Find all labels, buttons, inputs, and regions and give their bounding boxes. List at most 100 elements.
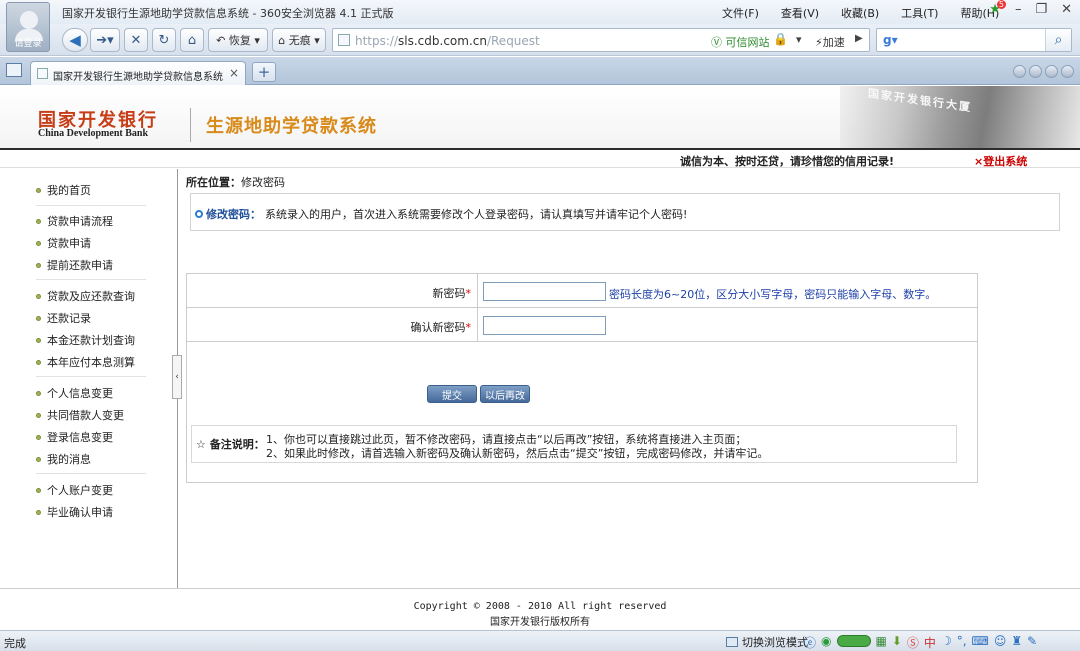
private-label: 无痕 bbox=[288, 34, 311, 47]
close-window-icon[interactable]: ✕ bbox=[1061, 2, 1072, 17]
grid-icon[interactable]: ▦ bbox=[876, 634, 887, 651]
private-mode-button[interactable]: ⌂ 无痕 ▾ bbox=[272, 28, 326, 52]
bullet-icon bbox=[36, 487, 41, 493]
confirm-password-label-text: 确认新密码 bbox=[410, 321, 466, 334]
trusted-site-badge[interactable]: Ⓥ 可信网站 bbox=[711, 34, 770, 50]
nav-label: 贷款申请 bbox=[47, 237, 91, 250]
nav-label: 贷款及应还款查询 bbox=[47, 290, 135, 303]
url-text[interactable]: https://sls.cdb.com.cn/Request bbox=[355, 34, 540, 48]
compat-icon[interactable]: ◉ bbox=[821, 634, 831, 651]
nav-graduation-confirm[interactable]: 毕业确认申请 bbox=[36, 504, 113, 520]
minimize-icon[interactable]: – bbox=[1015, 2, 1022, 17]
maximize-icon[interactable]: ❐ bbox=[1035, 2, 1047, 17]
footer-owner: 国家开发银行版权所有 bbox=[490, 617, 590, 628]
submit-button[interactable]: 提交 bbox=[427, 385, 477, 403]
input-method-icon[interactable]: 中 bbox=[924, 634, 936, 651]
form-row-confirm-password: 确认新密码* bbox=[187, 308, 977, 342]
stop-button[interactable]: ✕ bbox=[124, 28, 148, 52]
nav-interest-calc[interactable]: 本年应付本息测算 bbox=[36, 354, 135, 370]
mode-toggle[interactable] bbox=[836, 635, 871, 647]
bullet-icon bbox=[36, 509, 41, 515]
forward-button[interactable]: ➔▾ bbox=[90, 28, 120, 52]
home-icon: ⌂ bbox=[187, 32, 197, 48]
address-bar[interactable]: https://sls.cdb.com.cn/Request Ⓥ 可信网站 🔒 … bbox=[332, 28, 870, 52]
user-icon[interactable]: ☺ bbox=[994, 634, 1007, 651]
menu-view[interactable]: 查看(V) bbox=[781, 5, 819, 21]
accelerate-button[interactable]: ⚡加速 bbox=[815, 34, 845, 50]
nav-home[interactable]: 我的首页 bbox=[36, 182, 91, 198]
trusted-site-label: 可信网站 bbox=[725, 36, 770, 49]
sidebar-collapse-handle[interactable]: ‹ bbox=[172, 355, 182, 399]
nav-login-info[interactable]: 登录信息变更 bbox=[36, 429, 113, 445]
radio-circle-icon bbox=[195, 210, 203, 218]
url-dropdown-icon[interactable]: ▾ bbox=[796, 33, 802, 46]
search-icon[interactable]: ⌕ bbox=[1045, 29, 1071, 51]
refresh-button[interactable]: ↻ bbox=[152, 28, 176, 52]
tab-scroll-right-icon[interactable] bbox=[1029, 65, 1042, 78]
new-tab-button[interactable]: + bbox=[252, 62, 276, 82]
home-button[interactable]: ⌂ bbox=[180, 28, 204, 52]
back-button[interactable]: ◀ bbox=[62, 28, 88, 52]
bullet-icon bbox=[36, 434, 41, 440]
tab-scroll-left-icon[interactable] bbox=[1013, 65, 1026, 78]
notification-icon[interactable]: ★ 5 bbox=[989, 0, 1006, 17]
credit-slogan: 诚信为本、按时还贷，请珍惜您的信用记录! bbox=[680, 155, 895, 168]
restore-button[interactable]: ↶ 恢复 ▾ bbox=[208, 28, 268, 52]
nav-messages[interactable]: 我的消息 bbox=[36, 451, 91, 467]
footer-copyright: Copyright © 2008 - 2010 All right reserv… bbox=[413, 601, 667, 612]
nav-loan-query[interactable]: 贷款及应还款查询 bbox=[36, 288, 135, 304]
lock-icon[interactable]: 🔒 bbox=[773, 32, 788, 46]
nav-loan-apply[interactable]: 贷款申请 bbox=[36, 235, 91, 251]
remark-line-2: 2、如果此时修改，请首选输入新密码及确认新密码，然后点击“提交”按钮，完成密码修… bbox=[266, 447, 769, 460]
menu-file[interactable]: 文件(F) bbox=[722, 5, 759, 21]
forward-arrow-icon: ➔▾ bbox=[96, 32, 114, 48]
browse-mode-label: 切换浏览模式 bbox=[742, 636, 808, 649]
bullet-icon bbox=[36, 293, 41, 299]
tab-active[interactable]: 国家开发银行生源地助学贷款信息系统 × bbox=[30, 61, 246, 85]
notice-title: 修改密码： bbox=[195, 206, 261, 222]
nav-account-change[interactable]: 个人账户变更 bbox=[36, 482, 113, 498]
go-icon[interactable]: ▶ bbox=[855, 33, 863, 44]
logout-link[interactable]: ×登出系统 bbox=[974, 153, 1027, 169]
menu-favorites[interactable]: 收藏(B) bbox=[841, 5, 879, 21]
building-sign: 国家开发银行大厦 bbox=[868, 86, 972, 115]
nav-loan-process[interactable]: 贷款申请流程 bbox=[36, 213, 113, 229]
building-photo: 国家开发银行大厦 bbox=[840, 86, 1080, 148]
security-s-icon[interactable]: Ⓢ bbox=[907, 634, 919, 651]
search-engine-icon[interactable]: g▾ bbox=[883, 33, 898, 47]
sidebar-toggle-icon[interactable] bbox=[6, 63, 22, 77]
shirt-icon[interactable]: ♜ bbox=[1011, 634, 1022, 651]
nav-divider bbox=[36, 205, 146, 206]
moon-icon[interactable]: ☽ bbox=[941, 634, 952, 651]
tab-menu-icon[interactable] bbox=[1061, 65, 1074, 78]
nav-personal-info[interactable]: 个人信息变更 bbox=[36, 385, 113, 401]
change-later-button[interactable]: 以后再改 bbox=[480, 385, 530, 403]
browser-title-bar: 国家开发银行生源地助学贷款信息系统 - 360安全浏览器 4.1 正式版 文件(… bbox=[0, 0, 1080, 24]
nav-label: 还款记录 bbox=[47, 312, 91, 325]
wrench-icon[interactable]: ✎ bbox=[1027, 634, 1037, 651]
download-icon[interactable]: ⬇ bbox=[892, 634, 902, 651]
user-avatar[interactable]: 请登录 bbox=[6, 2, 50, 52]
bullet-icon bbox=[36, 187, 41, 193]
new-password-label-text: 新密码 bbox=[432, 287, 466, 300]
window-title: 国家开发银行生源地助学贷款信息系统 - 360安全浏览器 4.1 正式版 bbox=[62, 7, 394, 20]
tab-list-icon[interactable] bbox=[1045, 65, 1058, 78]
nav-principal-plan[interactable]: 本金还款计划查询 bbox=[36, 332, 135, 348]
confirm-password-input[interactable] bbox=[483, 316, 606, 335]
nav-repayment-records[interactable]: 还款记录 bbox=[36, 310, 91, 326]
nav-divider bbox=[36, 279, 146, 280]
nav-divider bbox=[36, 376, 146, 377]
nav-co-borrower[interactable]: 共同借款人变更 bbox=[36, 407, 124, 423]
keyboard-icon[interactable]: ⌨ bbox=[972, 634, 989, 651]
accelerate-label: 加速 bbox=[822, 36, 845, 49]
remark-title: ☆ 备注说明： bbox=[196, 438, 265, 451]
nav-early-repayment[interactable]: 提前还款申请 bbox=[36, 257, 113, 273]
new-password-input[interactable] bbox=[483, 282, 606, 301]
bullet-icon bbox=[36, 262, 41, 268]
search-box[interactable]: g▾ ⌕ bbox=[876, 28, 1072, 52]
menu-tools[interactable]: 工具(T) bbox=[901, 5, 938, 21]
browse-mode-switch[interactable]: 切换浏览模式 bbox=[726, 634, 808, 650]
tab-close-icon[interactable]: × bbox=[229, 66, 239, 80]
ie-icon[interactable]: ⓔ bbox=[804, 634, 816, 651]
punctuation-icon[interactable]: °, bbox=[957, 634, 967, 651]
